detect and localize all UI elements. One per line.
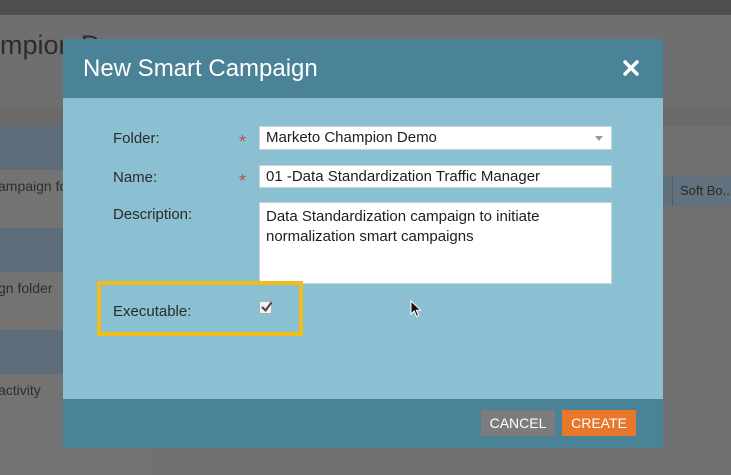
dialog-title: New Smart Campaign: [83, 55, 318, 82]
name-label: Name:: [113, 169, 158, 186]
folder-select-value: Marketo Champion Demo: [266, 129, 437, 146]
mouse-cursor-icon: [410, 299, 422, 323]
left-panel-item[interactable]: activity: [0, 382, 41, 398]
name-input[interactable]: 01 -Data Standardization Traffic Manager: [259, 165, 612, 188]
folder-select[interactable]: Marketo Champion Demo: [259, 126, 612, 150]
left-panel-item[interactable]: gn folder: [0, 280, 52, 296]
folder-label: Folder:: [113, 130, 160, 147]
required-asterisk: *: [239, 132, 247, 152]
dialog-header: New Smart Campaign: [63, 39, 663, 98]
table-header-cell-label: Soft Bo...: [680, 183, 731, 198]
description-textarea[interactable]: Data Standardization campaign to initiat…: [259, 202, 612, 284]
description-label: Description:: [113, 206, 193, 223]
close-icon[interactable]: [620, 57, 642, 79]
executable-highlight-box: [97, 281, 303, 336]
required-asterisk: *: [239, 171, 247, 191]
description-value: Data Standardization campaign to initiat…: [266, 208, 540, 245]
name-input-value: 01 -Data Standardization Traffic Manager: [266, 168, 541, 185]
app-top-bar: [0, 0, 731, 15]
chevron-down-icon: [595, 136, 603, 141]
new-smart-campaign-dialog: New Smart Campaign Folder: * Marketo Cha…: [63, 39, 663, 448]
cancel-button[interactable]: CANCEL: [481, 410, 555, 436]
left-panel-item[interactable]: ampaign fo: [0, 178, 67, 194]
create-button[interactable]: CREATE: [562, 410, 636, 436]
